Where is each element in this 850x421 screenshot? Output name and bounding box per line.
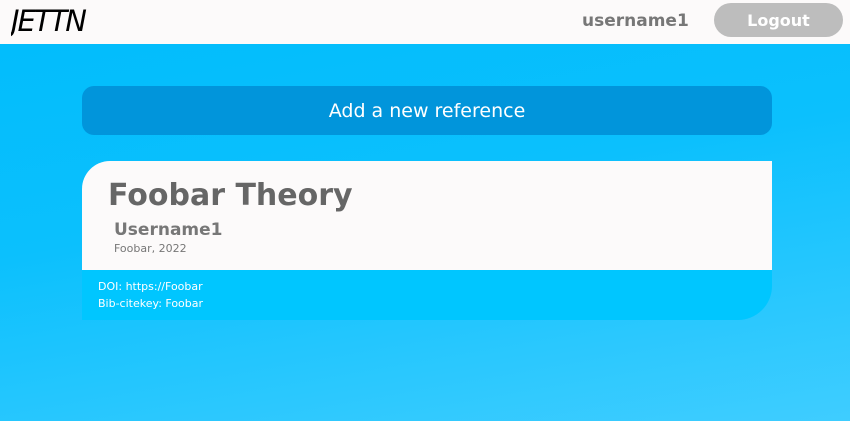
- username-label: username1: [582, 11, 689, 31]
- logout-button[interactable]: Logout: [714, 3, 843, 37]
- logo[interactable]: JETTN: [11, 3, 91, 39]
- reference-author: Username1: [114, 220, 223, 240]
- add-reference-button[interactable]: Add a new reference: [82, 86, 772, 135]
- reference-title: Foobar Theory: [108, 178, 353, 213]
- navbar: JETTN username1 Logout: [0, 0, 850, 44]
- reference-card-header: Foobar Theory Username1 Foobar, 2022: [82, 161, 772, 270]
- reference-card: Foobar Theory Username1 Foobar, 2022 DOI…: [82, 161, 772, 320]
- reference-publisher-year: Foobar, 2022: [114, 242, 187, 255]
- logo-text: JETTN: [11, 4, 87, 38]
- page: JETTN username1 Logout Add a new referen…: [0, 0, 850, 421]
- reference-card-details: DOI: https://Foobar Bib-citekey: Foobar: [82, 270, 772, 320]
- reference-bib-citekey: Bib-citekey: Foobar: [98, 297, 204, 310]
- reference-doi: DOI: https://Foobar: [98, 280, 203, 293]
